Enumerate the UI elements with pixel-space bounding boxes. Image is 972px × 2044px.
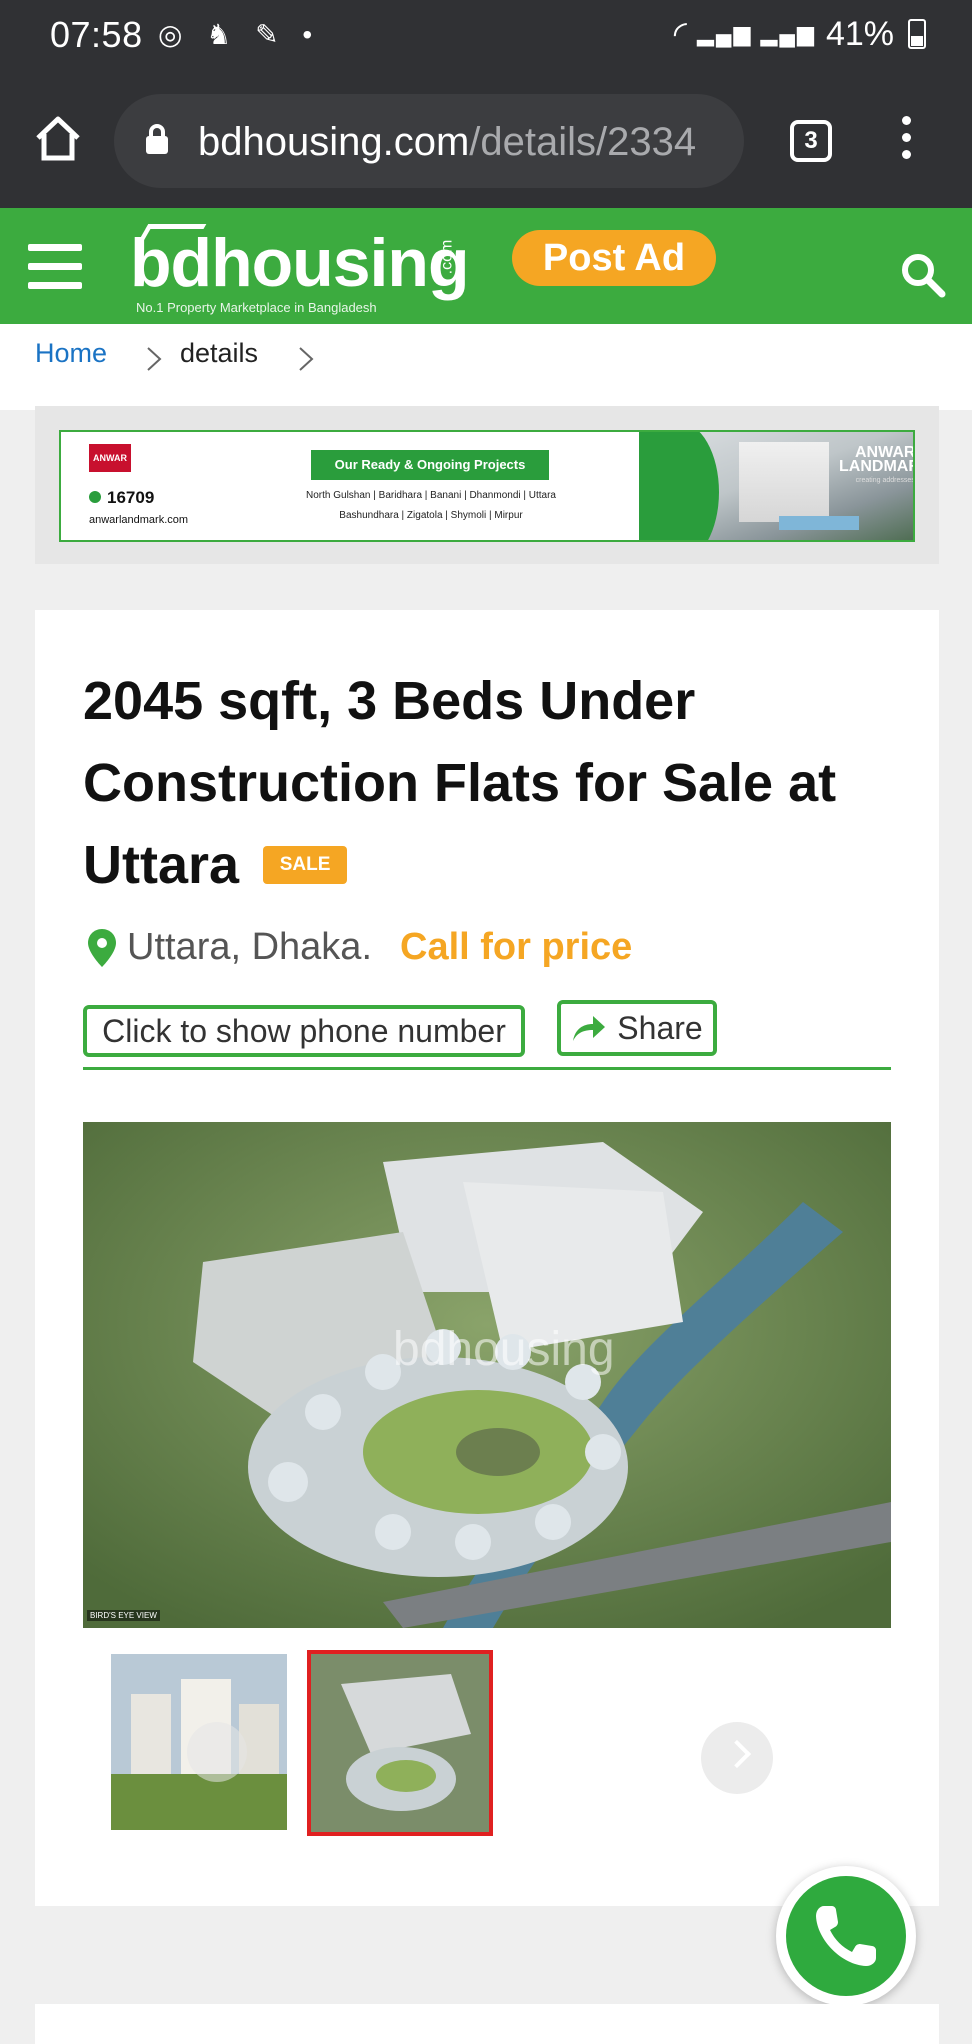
next-section-card [35, 2004, 939, 2044]
banner-phone: 16709 [89, 488, 154, 508]
phone-icon [816, 1906, 876, 1966]
image-watermark: bdhousing [393, 1323, 615, 1376]
banner-ad[interactable]: ANWAR 16709 anwarlandmark.com Our Ready … [59, 430, 915, 542]
site-logo[interactable]: bdhousing .com No.1 Property Marketplace… [130, 220, 469, 316]
banner-website: anwarlandmark.com [89, 514, 189, 526]
image-caption: BIRD'S EYE VIEW [87, 1610, 160, 1621]
breadcrumb: Home details [0, 324, 972, 410]
status-right: ◜ ▂▄▆ ▂▄▆ 41% [674, 14, 926, 54]
browser-toolbar: bdhousing.com/details/2334 3 [0, 72, 972, 208]
hamburger-icon[interactable] [28, 244, 82, 290]
wifi-icon: ◜ [673, 15, 687, 53]
site-header: bdhousing .com No.1 Property Marketplace… [0, 208, 972, 324]
breadcrumb-home-link[interactable]: Home [35, 338, 107, 369]
banner-brand: ANWAR LANDMARKcreating addresses [839, 444, 915, 485]
address-bar[interactable]: bdhousing.com/details/2334 [114, 94, 744, 188]
url-text: bdhousing.com/details/2334 [198, 120, 697, 164]
banner-headline: Our Ready & Ongoing Projects [311, 450, 549, 480]
banner-areas-1: North Gulshan | Baridhara | Banani | Dha… [306, 490, 556, 501]
sale-badge: SALE [263, 845, 348, 884]
chevron-right-icon [299, 347, 314, 371]
post-ad-button[interactable]: Post Ad [512, 230, 716, 286]
lock-icon [146, 124, 168, 154]
chevron-right-icon [147, 347, 162, 371]
status-time: 07:58 [50, 14, 143, 55]
share-button[interactable]: Share [557, 1000, 717, 1056]
location-pin-icon [88, 929, 116, 967]
thumbnail-2-selected[interactable] [307, 1650, 493, 1836]
section-divider [83, 1067, 891, 1070]
previous-thumbnail-arrow[interactable] [187, 1722, 247, 1782]
battery-level: 41% [825, 14, 894, 53]
anwar-logo: ANWAR [89, 444, 131, 472]
status-bar: 07:58 ◎ ♞ ✎ • ◜ ▂▄▆ ▂▄▆ 41% [0, 0, 972, 72]
show-phone-button[interactable]: Click to show phone number [83, 1005, 525, 1057]
more-icon[interactable] [896, 116, 916, 166]
tabs-icon[interactable]: 3 [790, 120, 832, 162]
banner-ad-container: ANWAR 16709 anwarlandmark.com Our Ready … [35, 406, 939, 564]
listing-title: 2045 sqft, 3 Beds Under Construction Fla… [83, 671, 837, 895]
banner-areas-2: Bashundhara | Zigatola | Shymoli | Mirpu… [339, 510, 523, 521]
breadcrumb-current: details [180, 338, 259, 368]
banner-photo: ANWAR LANDMARKcreating addresses [639, 432, 915, 540]
notification-icons: ◎ ♞ ✎ • [158, 19, 321, 50]
listing-price: Call for price [400, 926, 633, 968]
listing-card: 2045 sqft, 3 Beds Under Construction Fla… [35, 610, 939, 1906]
share-arrow-icon [573, 1016, 606, 1041]
search-icon[interactable] [898, 250, 948, 300]
next-thumbnail-arrow[interactable] [701, 1722, 773, 1794]
listing-main-image[interactable]: bdhousing BIRD'S EYE VIEW [83, 1122, 891, 1628]
call-button[interactable] [776, 1866, 916, 2006]
signal-icon: ▂▄▆ ▂▄▆ [696, 21, 816, 46]
home-icon[interactable] [30, 110, 86, 166]
battery-icon [908, 19, 926, 49]
listing-location: Uttara, Dhaka. [127, 926, 372, 968]
